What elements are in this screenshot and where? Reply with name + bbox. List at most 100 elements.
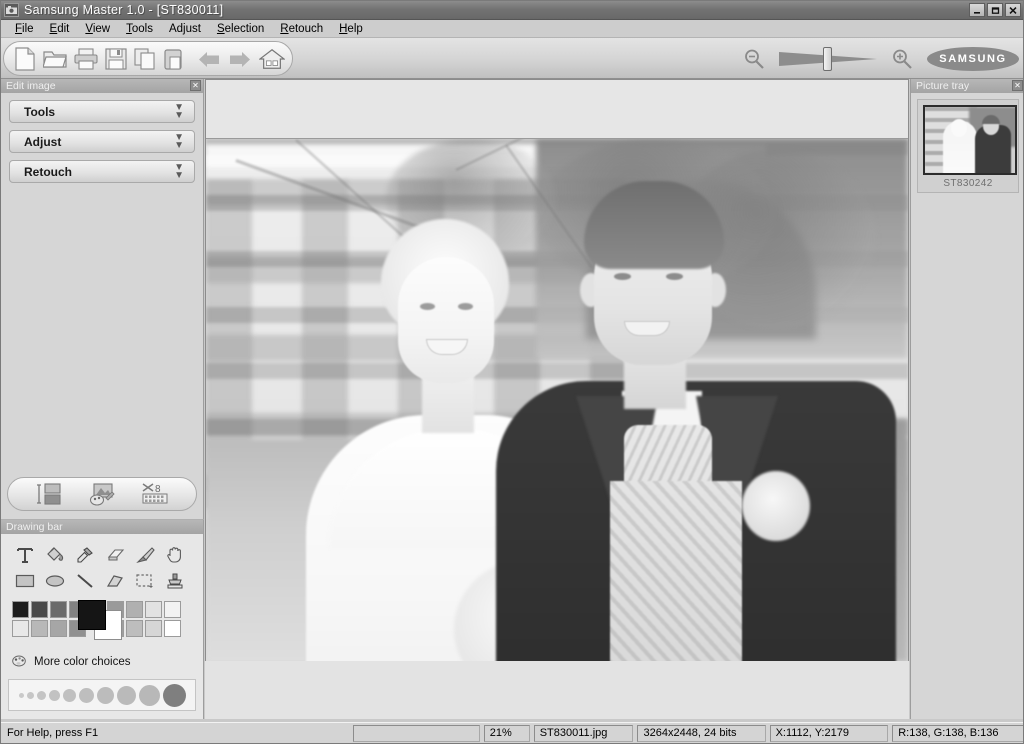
chevron-down-icon[interactable]: ▼ ▼ xyxy=(174,132,184,150)
color-swatch[interactable] xyxy=(50,620,67,637)
foreground-color-chip[interactable] xyxy=(78,600,106,630)
drawing-bar-caption: Drawing bar xyxy=(1,520,203,534)
palette-icon xyxy=(12,654,27,670)
menu-bar: File Edit View Tools Adjust Selection Re… xyxy=(1,20,1023,38)
minimize-button[interactable] xyxy=(969,3,985,17)
brush-icon[interactable] xyxy=(130,542,159,567)
undo-arrow-icon[interactable] xyxy=(197,46,221,72)
color-swatch[interactable] xyxy=(164,601,181,618)
color-swatch[interactable] xyxy=(12,601,29,618)
restore-button[interactable] xyxy=(987,3,1003,17)
edit-image-panel: Edit image ✕ Tools ▼ ▼ Adjust ▼ ▼ Retouch … xyxy=(1,79,204,519)
color-swatch[interactable] xyxy=(12,620,29,637)
brush-size-option[interactable] xyxy=(36,690,46,700)
image-canvas[interactable] xyxy=(205,79,909,719)
home-icon[interactable] xyxy=(259,46,285,72)
ellipse-icon[interactable] xyxy=(40,568,69,593)
color-swatch[interactable] xyxy=(164,620,181,637)
stamp-icon[interactable] xyxy=(160,568,189,593)
color-swatch[interactable] xyxy=(31,601,48,618)
open-folder-icon[interactable] xyxy=(43,46,67,72)
rectangle-icon[interactable] xyxy=(10,568,39,593)
status-rgb-values: R:138, G:138, B:136 xyxy=(892,724,1023,742)
menu-edit[interactable]: Edit xyxy=(42,22,78,36)
color-swatch[interactable] xyxy=(126,601,143,618)
thumbnail-label: ST830242 xyxy=(943,178,993,189)
film-trim-icon[interactable]: 8 xyxy=(140,481,170,507)
chevron-down-icon[interactable]: ▼ ▼ xyxy=(174,162,184,180)
color-swatch[interactable] xyxy=(31,620,48,637)
zoom-in-icon[interactable] xyxy=(889,46,915,72)
polygon-icon[interactable] xyxy=(100,568,129,593)
status-progress-bar xyxy=(352,724,480,742)
color-swatch[interactable] xyxy=(145,620,162,637)
application-window: Samsung Master 1.0 - [ST830011] File Edi… xyxy=(0,0,1024,744)
zoom-controls: SAMSUNG xyxy=(741,41,1019,76)
menu-view[interactable]: View xyxy=(77,22,118,36)
menu-help[interactable]: Help xyxy=(331,22,371,36)
bride-eye-right xyxy=(458,303,473,310)
close-button[interactable] xyxy=(1005,3,1021,17)
paste-icon[interactable] xyxy=(163,46,183,72)
menu-file[interactable]: File xyxy=(7,22,42,36)
edit-image-panel-close-icon[interactable]: ✕ xyxy=(190,80,201,91)
color-swatch[interactable] xyxy=(145,601,162,618)
drawing-bar-title: Drawing bar xyxy=(6,521,63,533)
menu-adjust[interactable]: Adjust xyxy=(161,22,209,36)
eraser-icon[interactable] xyxy=(100,542,129,567)
chevron-down-icon[interactable]: ▼ ▼ xyxy=(174,102,184,120)
text-tool-icon[interactable] xyxy=(10,542,39,567)
more-color-choices-button[interactable]: More color choices xyxy=(1,654,203,670)
main-toolbar: SAMSUNG xyxy=(1,38,1023,79)
brush-size-option[interactable] xyxy=(138,684,160,706)
window-controls xyxy=(969,3,1021,17)
print-icon[interactable] xyxy=(74,46,98,72)
line-icon[interactable] xyxy=(70,568,99,593)
resize-image-icon[interactable] xyxy=(34,481,64,507)
drawing-tool-grid xyxy=(1,542,203,593)
accordion-section-retouch[interactable]: Retouch ▼ ▼ xyxy=(9,160,195,183)
marquee-select-icon[interactable] xyxy=(130,568,159,593)
menu-retouch[interactable]: Retouch xyxy=(272,22,331,36)
menu-selection[interactable]: Selection xyxy=(209,22,272,36)
brush-size-option-selected[interactable] xyxy=(162,683,186,707)
brush-size-option[interactable] xyxy=(78,687,94,703)
accordion-label-adjust: Adjust xyxy=(24,134,62,149)
menu-tools[interactable]: Tools xyxy=(118,22,161,36)
zoom-out-icon[interactable] xyxy=(741,46,767,72)
save-floppy-icon[interactable] xyxy=(105,46,127,72)
title-bar: Samsung Master 1.0 - [ST830011] xyxy=(1,1,1023,20)
picture-tray-caption: Picture tray ✕ xyxy=(911,79,1023,93)
zoom-slider[interactable] xyxy=(779,46,877,72)
photo-image[interactable] xyxy=(206,138,908,661)
brush-size-option[interactable] xyxy=(48,689,60,701)
brush-size-selector xyxy=(8,679,196,711)
bride-face xyxy=(398,257,494,383)
brush-size-option[interactable] xyxy=(62,688,76,702)
color-swatch[interactable] xyxy=(126,620,143,637)
copy-icon[interactable] xyxy=(134,46,156,72)
picture-tray-panel: Picture tray ✕ ST830242 xyxy=(910,79,1023,719)
brush-size-option[interactable] xyxy=(116,685,136,705)
tray-thumbnail-item[interactable]: ST830242 xyxy=(917,99,1019,193)
accordion-section-tools[interactable]: Tools ▼ ▼ xyxy=(9,100,195,123)
hand-icon[interactable] xyxy=(160,542,189,567)
foreground-background-color[interactable] xyxy=(78,600,122,642)
redo-arrow-icon[interactable] xyxy=(228,46,252,72)
brush-size-option[interactable] xyxy=(96,686,114,704)
zoom-slider-thumb[interactable] xyxy=(823,46,832,71)
new-icon[interactable] xyxy=(14,46,36,72)
brush-size-option[interactable] xyxy=(26,691,34,699)
thumbnail-image[interactable] xyxy=(923,105,1017,175)
accordion-section-adjust[interactable]: Adjust ▼ ▼ xyxy=(9,130,195,153)
brush-size-option[interactable] xyxy=(18,692,24,698)
paint-bucket-icon[interactable] xyxy=(40,542,69,567)
color-swatch[interactable] xyxy=(50,601,67,618)
paint-palette-icon[interactable] xyxy=(87,481,117,507)
edit-mode-bar: 8 xyxy=(7,477,197,511)
picture-tray-close-icon[interactable]: ✕ xyxy=(1012,80,1023,91)
status-help-text: For Help, press F1 xyxy=(7,727,99,739)
eyedropper-icon[interactable] xyxy=(70,542,99,567)
app-icon xyxy=(4,3,19,17)
accordion-label-retouch: Retouch xyxy=(24,164,72,179)
